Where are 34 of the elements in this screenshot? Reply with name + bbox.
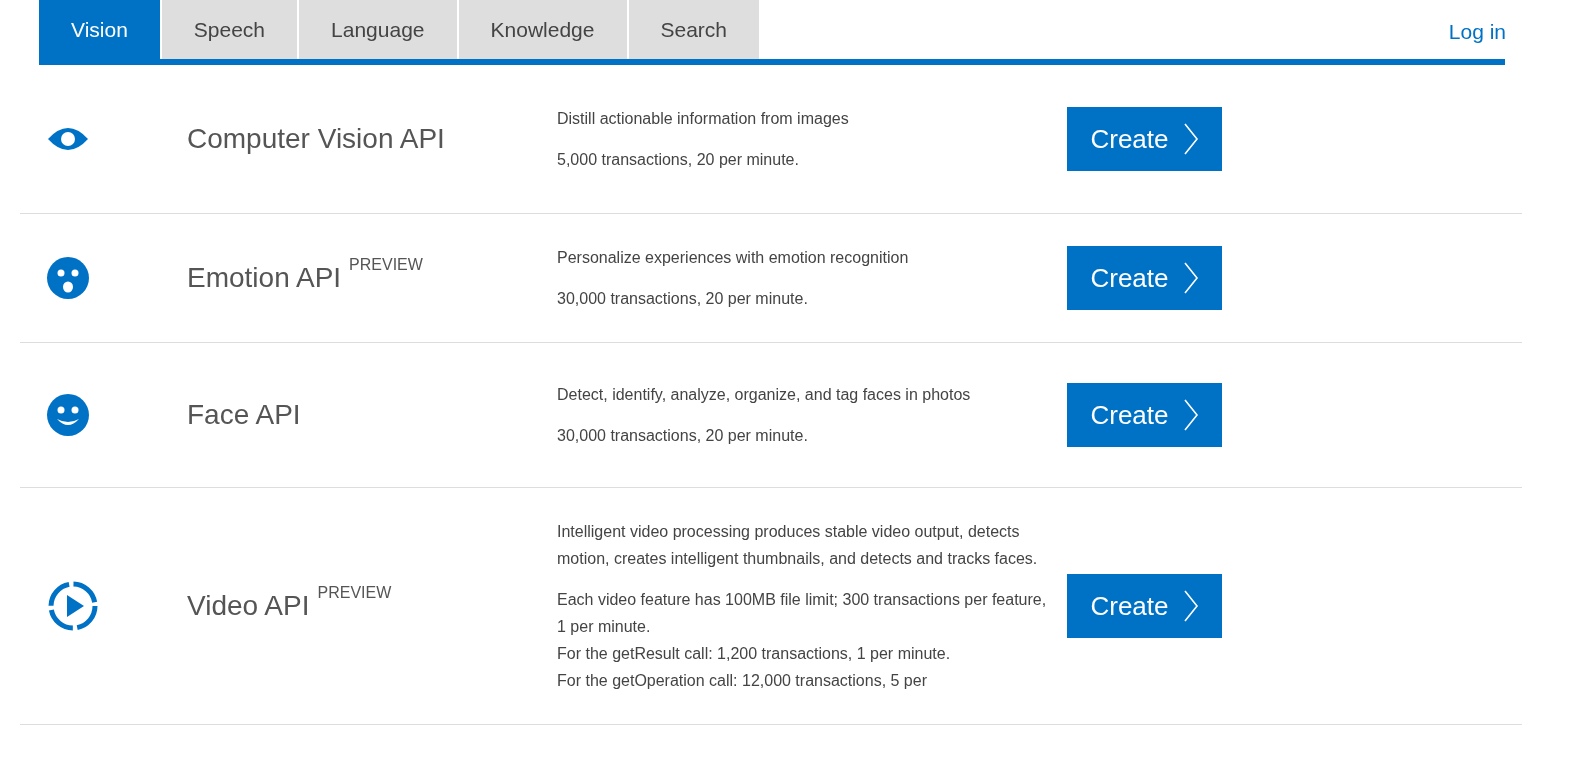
api-description: Distill actionable information from images bbox=[557, 109, 850, 129]
chevron-right-icon bbox=[1182, 123, 1199, 155]
preview-label: PREVIEW bbox=[349, 256, 423, 274]
smiley-face-icon bbox=[47, 394, 89, 436]
quota-text: 5,000 transactions, 20 per minute. bbox=[557, 150, 800, 170]
preview-label: PREVIEW bbox=[317, 584, 392, 602]
tab[interactable]: Language bbox=[299, 0, 457, 59]
api-name: Computer Vision API bbox=[187, 123, 445, 155]
api-description: Intelligent video processing produces stable video output, detects motion, creates intelligent thumbnails, and detects and tracks faces. bbox=[557, 522, 1039, 569]
quota-text: For the getOperation call: 12,000 transactions, 5 per bbox=[557, 671, 928, 691]
create-button[interactable]: Create bbox=[1067, 246, 1222, 310]
chevron-right-icon bbox=[1182, 590, 1199, 622]
create-button[interactable]: Create bbox=[1067, 383, 1222, 447]
tab[interactable]: Search bbox=[628, 0, 760, 59]
tab[interactable]: Knowledge bbox=[458, 0, 627, 59]
api-description: Detect, identify, analyze, organize, and tag faces in photos bbox=[557, 385, 972, 405]
create-button[interactable]: Create bbox=[1067, 107, 1222, 171]
api-name: Emotion API bbox=[187, 262, 342, 294]
quota-text: 30,000 transactions, 20 per minute. bbox=[557, 289, 809, 309]
surprised-face-icon bbox=[47, 257, 89, 299]
tab[interactable]: Speech bbox=[161, 0, 298, 59]
api-name: Video API bbox=[187, 590, 310, 622]
eye-icon bbox=[47, 126, 89, 152]
create-button[interactable]: Create bbox=[1067, 574, 1222, 638]
quota-text: 30,000 transactions, 20 per minute. bbox=[557, 426, 809, 446]
quota-text: Each video feature has 100MB file limit; 300 transactions per feature, 1 per minute. bbox=[557, 590, 1048, 637]
chevron-right-icon bbox=[1182, 262, 1199, 294]
login-link[interactable]: Log in bbox=[1448, 20, 1506, 44]
play-circle-icon bbox=[47, 580, 99, 632]
tab[interactable]: Vision bbox=[39, 0, 160, 59]
api-description: Personalize experiences with emotion recognition bbox=[557, 248, 910, 268]
chevron-right-icon bbox=[1182, 399, 1199, 431]
api-name: Face API bbox=[187, 399, 301, 431]
quota-text: For the getResult call: 1,200 transactions, 1 per minute. bbox=[557, 644, 952, 664]
